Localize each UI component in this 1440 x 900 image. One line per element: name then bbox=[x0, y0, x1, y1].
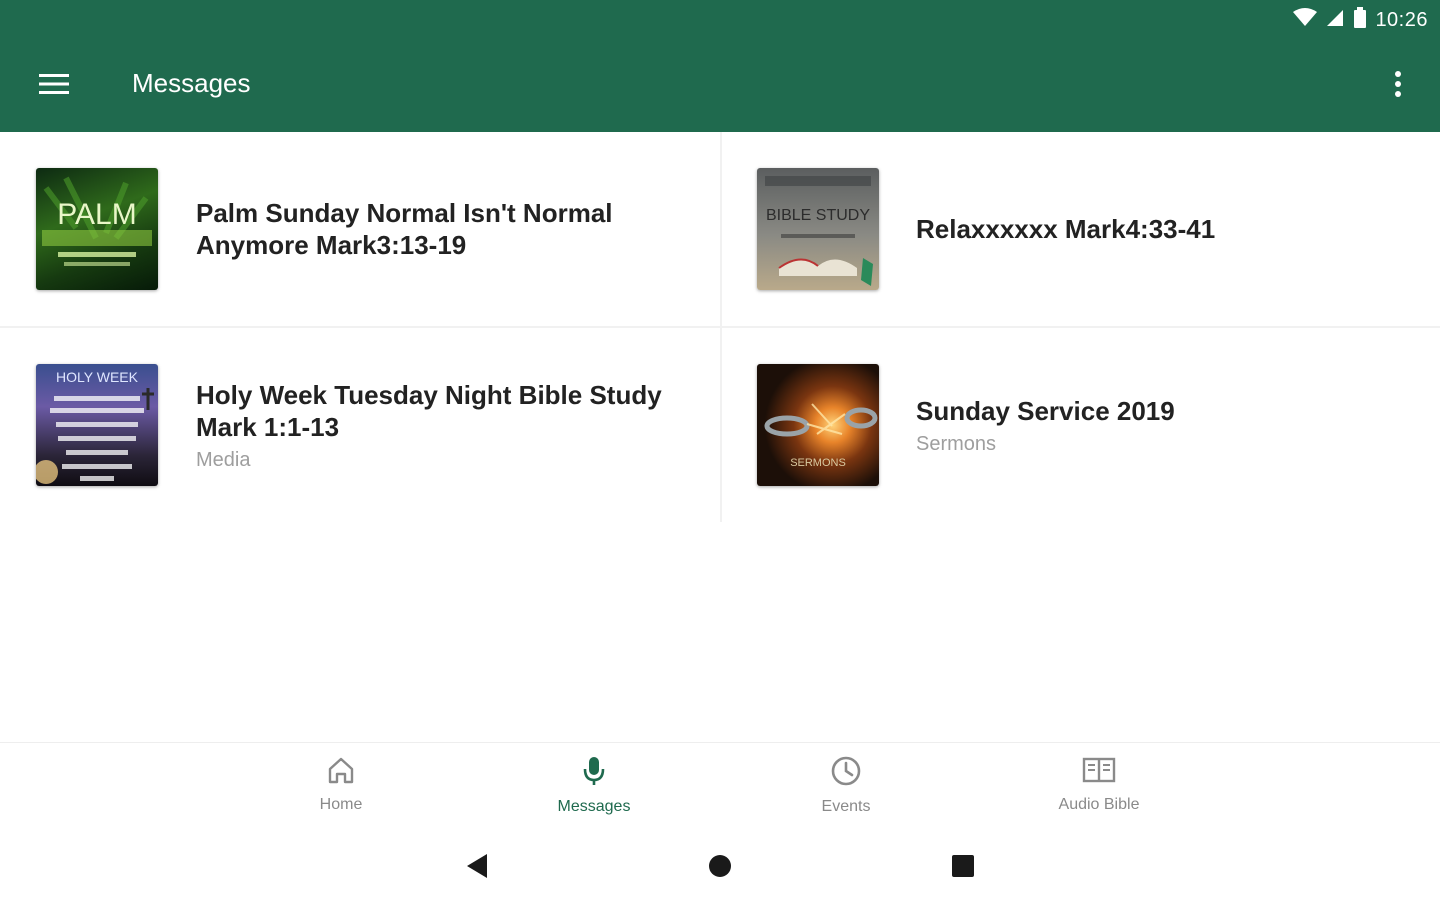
message-title: Sunday Service 2019 bbox=[916, 395, 1175, 426]
hamburger-icon bbox=[39, 73, 69, 100]
message-card[interactable]: BIBLE STUDY Relaxxxxxx Mark4:33-41 bbox=[722, 132, 1440, 326]
messages-grid: PALM Palm Sunday Normal Isn't Normal Any… bbox=[0, 132, 1440, 522]
status-time: 10:26 bbox=[1375, 8, 1428, 31]
status-bar: 10:26 bbox=[1293, 6, 1428, 34]
battery-icon bbox=[1353, 6, 1367, 34]
message-card[interactable]: PALM Palm Sunday Normal Isn't Normal Any… bbox=[0, 132, 720, 326]
back-triangle-icon bbox=[463, 852, 489, 885]
more-vert-icon bbox=[1394, 70, 1402, 103]
message-title: Holy Week Tuesday Night Bible Study Mark… bbox=[196, 379, 662, 442]
message-thumbnail: PALM bbox=[36, 168, 158, 290]
signal-icon bbox=[1325, 8, 1345, 33]
nav-label: Messages bbox=[557, 798, 631, 815]
back-button[interactable] bbox=[458, 850, 494, 886]
message-card[interactable]: HOLY WEEK Holy Week Tuesday Night Bible … bbox=[0, 328, 720, 522]
thumb-label: SERMONS bbox=[790, 457, 846, 469]
nav-label: Home bbox=[319, 796, 363, 813]
nav-events[interactable]: Events bbox=[766, 755, 926, 825]
system-navigation-bar bbox=[0, 834, 1440, 900]
recents-square-icon bbox=[951, 854, 975, 883]
nav-messages[interactable]: Messages bbox=[514, 755, 674, 825]
menu-button[interactable] bbox=[30, 62, 78, 110]
book-icon bbox=[1082, 755, 1116, 790]
clock-icon bbox=[830, 755, 862, 792]
message-category: Media bbox=[196, 448, 251, 471]
nav-label: Audio Bible bbox=[1058, 796, 1140, 813]
home-system-button[interactable] bbox=[702, 850, 738, 886]
bottom-navigation: Home Messages Events Audio Bible bbox=[0, 742, 1440, 835]
nav-audio-bible[interactable]: Audio Bible bbox=[1019, 755, 1179, 825]
microphone-icon bbox=[579, 755, 609, 792]
message-thumbnail: BIBLE STUDY bbox=[757, 168, 879, 290]
message-category: Sermons bbox=[916, 432, 997, 455]
message-thumbnail: HOLY WEEK bbox=[36, 364, 158, 486]
message-title: Relaxxxxxx Mark4:33-41 bbox=[916, 214, 1216, 244]
nav-label: Events bbox=[821, 798, 871, 815]
message-title: Palm Sunday Normal Isn't Normal Anymore … bbox=[196, 198, 613, 260]
thumb-label: HOLY WEEK bbox=[56, 369, 139, 385]
page-title: Messages bbox=[132, 68, 251, 98]
overflow-menu-button[interactable] bbox=[1378, 62, 1418, 110]
app-bar: 10:26 Messages bbox=[0, 0, 1440, 132]
thumb-label: PALM bbox=[57, 198, 136, 231]
message-card[interactable]: SERMONS Sunday Service 2019 Sermons bbox=[722, 328, 1440, 522]
home-icon bbox=[326, 755, 356, 790]
wifi-icon bbox=[1293, 7, 1318, 33]
home-circle-icon bbox=[707, 853, 733, 884]
thumb-label: BIBLE STUDY bbox=[766, 207, 870, 224]
recents-button[interactable] bbox=[945, 850, 981, 886]
nav-home[interactable]: Home bbox=[261, 755, 421, 825]
message-thumbnail: SERMONS bbox=[757, 364, 879, 486]
